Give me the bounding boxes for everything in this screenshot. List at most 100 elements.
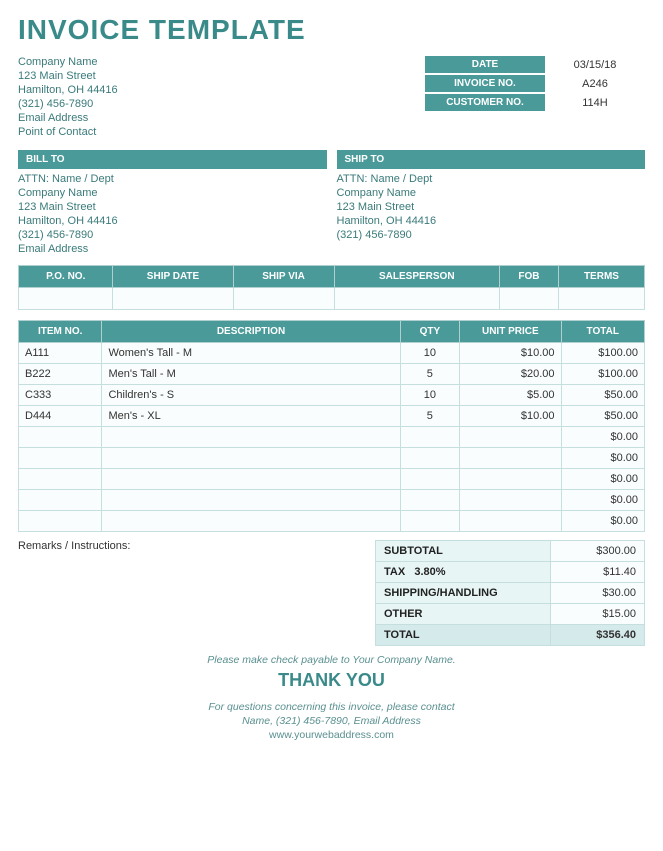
other-label: OTHER (376, 604, 551, 625)
company-address1: 123 Main Street (18, 70, 118, 82)
tax-label: TAX 3.80% (376, 562, 551, 583)
thank-you: THANK YOU (18, 670, 645, 691)
item-row: $0.00 (19, 427, 645, 448)
totals-section: SUBTOTAL $300.00 TAX 3.80% $11.40 SHIPPI… (375, 540, 645, 646)
item-desc-cell (102, 469, 400, 490)
bill-phone: (321) 456-7890 (18, 229, 327, 241)
date-label: DATE (425, 56, 545, 73)
item-total-cell: $0.00 (561, 427, 645, 448)
invoice-title: INVOICE TEMPLATE (18, 14, 645, 46)
item-desc-cell: Children's - S (102, 385, 400, 406)
invoice-no-row: INVOICE NO. A246 (425, 75, 645, 92)
fob-header: FOB (500, 266, 559, 288)
item-row: A111 Women's Tall - M 10 $10.00 $100.00 (19, 343, 645, 364)
bill-to-section: BILL TO ATTN: Name / Dept Company Name 1… (18, 150, 327, 257)
ship-attn: ATTN: Name / Dept (337, 173, 646, 185)
shipping-row: SHIPPING/HANDLING $30.00 (376, 583, 645, 604)
salesperson-header: SALESPERSON (334, 266, 499, 288)
subtotal-label: SUBTOTAL (376, 541, 551, 562)
other-row: OTHER $15.00 (376, 604, 645, 625)
item-desc-cell: Men's - XL (102, 406, 400, 427)
remarks-section: Remarks / Instructions: (18, 540, 375, 646)
ship-via-cell (233, 288, 334, 310)
item-unit-price-cell (460, 427, 561, 448)
subtotal-value: $300.00 (551, 541, 645, 562)
item-desc-cell (102, 448, 400, 469)
other-value: $15.00 (551, 604, 645, 625)
invoice-no-label: INVOICE NO. (425, 75, 545, 92)
bill-to-header: BILL TO (18, 150, 327, 169)
item-qty-cell: 10 (400, 385, 460, 406)
item-total-cell: $0.00 (561, 511, 645, 532)
item-row: $0.00 (19, 448, 645, 469)
item-no-cell: C333 (19, 385, 102, 406)
item-total-cell: $100.00 (561, 343, 645, 364)
item-qty-cell (400, 427, 460, 448)
bill-attn: ATTN: Name / Dept (18, 173, 327, 185)
fob-cell (500, 288, 559, 310)
terms-cell (558, 288, 644, 310)
ship-date-header: SHIP DATE (113, 266, 233, 288)
tax-row: TAX 3.80% $11.40 (376, 562, 645, 583)
item-no-cell (19, 490, 102, 511)
item-no-cell (19, 511, 102, 532)
bill-address2: Hamilton, OH 44416 (18, 215, 327, 227)
customer-no-value: 114H (545, 95, 645, 111)
tax-rate: 3.80% (414, 566, 445, 578)
item-qty-cell: 10 (400, 343, 460, 364)
item-row: C333 Children's - S 10 $5.00 $50.00 (19, 385, 645, 406)
invoice-meta: DATE 03/15/18 INVOICE NO. A246 CUSTOMER … (425, 56, 645, 140)
item-row: $0.00 (19, 511, 645, 532)
website: www.yourwebaddress.com (18, 729, 645, 741)
customer-no-label: CUSTOMER NO. (425, 94, 545, 111)
total-value: $356.40 (551, 625, 645, 646)
item-unit-price-cell: $10.00 (460, 343, 561, 364)
invoice-no-value: A246 (545, 76, 645, 92)
total-label: TOTAL (376, 625, 551, 646)
item-unit-price-cell: $20.00 (460, 364, 561, 385)
ship-company: Company Name (337, 187, 646, 199)
ship-to-header: SHIP TO (337, 150, 646, 169)
company-email: Email Address (18, 112, 118, 124)
item-qty-cell (400, 448, 460, 469)
description-header: DESCRIPTION (102, 321, 400, 343)
item-total-cell: $50.00 (561, 406, 645, 427)
item-qty-cell: 5 (400, 364, 460, 385)
total-row: TOTAL $356.40 (376, 625, 645, 646)
item-unit-price-cell (460, 469, 561, 490)
bill-to-address: ATTN: Name / Dept Company Name 123 Main … (18, 173, 327, 255)
tax-value: $11.40 (551, 562, 645, 583)
totals-table: SUBTOTAL $300.00 TAX 3.80% $11.40 SHIPPI… (375, 540, 645, 646)
terms-header: TERMS (558, 266, 644, 288)
ship-address1: 123 Main Street (337, 201, 646, 213)
ship-via-header: SHIP VIA (233, 266, 334, 288)
po-no-header: P.O. NO. (19, 266, 113, 288)
item-total-cell: $0.00 (561, 490, 645, 511)
item-desc-cell: Women's Tall - M (102, 343, 400, 364)
po-table: P.O. NO. SHIP DATE SHIP VIA SALESPERSON … (18, 265, 645, 310)
customer-no-row: CUSTOMER NO. 114H (425, 94, 645, 111)
item-desc-cell: Men's Tall - M (102, 364, 400, 385)
item-no-cell (19, 448, 102, 469)
company-contact: Point of Contact (18, 126, 118, 138)
unit-price-header: UNIT PRICE (460, 321, 561, 343)
item-desc-cell (102, 511, 400, 532)
ship-phone: (321) 456-7890 (337, 229, 646, 241)
payable-note: Please make check payable to Your Compan… (18, 654, 645, 666)
date-row: DATE 03/15/18 (425, 56, 645, 73)
item-desc-cell (102, 490, 400, 511)
shipping-value: $30.00 (551, 583, 645, 604)
contact-details: Name, (321) 456-7890, Email Address (18, 715, 645, 727)
item-row: $0.00 (19, 469, 645, 490)
date-value: 03/15/18 (545, 57, 645, 73)
bill-address1: 123 Main Street (18, 201, 327, 213)
item-row: B222 Men's Tall - M 5 $20.00 $100.00 (19, 364, 645, 385)
item-qty-cell (400, 469, 460, 490)
ship-date-cell (113, 288, 233, 310)
items-table: ITEM NO. DESCRIPTION QTY UNIT PRICE TOTA… (18, 320, 645, 532)
item-no-cell (19, 469, 102, 490)
ship-to-section: SHIP TO ATTN: Name / Dept Company Name 1… (337, 150, 646, 257)
company-address2: Hamilton, OH 44416 (18, 84, 118, 96)
po-no-cell (19, 288, 113, 310)
item-total-cell: $0.00 (561, 448, 645, 469)
